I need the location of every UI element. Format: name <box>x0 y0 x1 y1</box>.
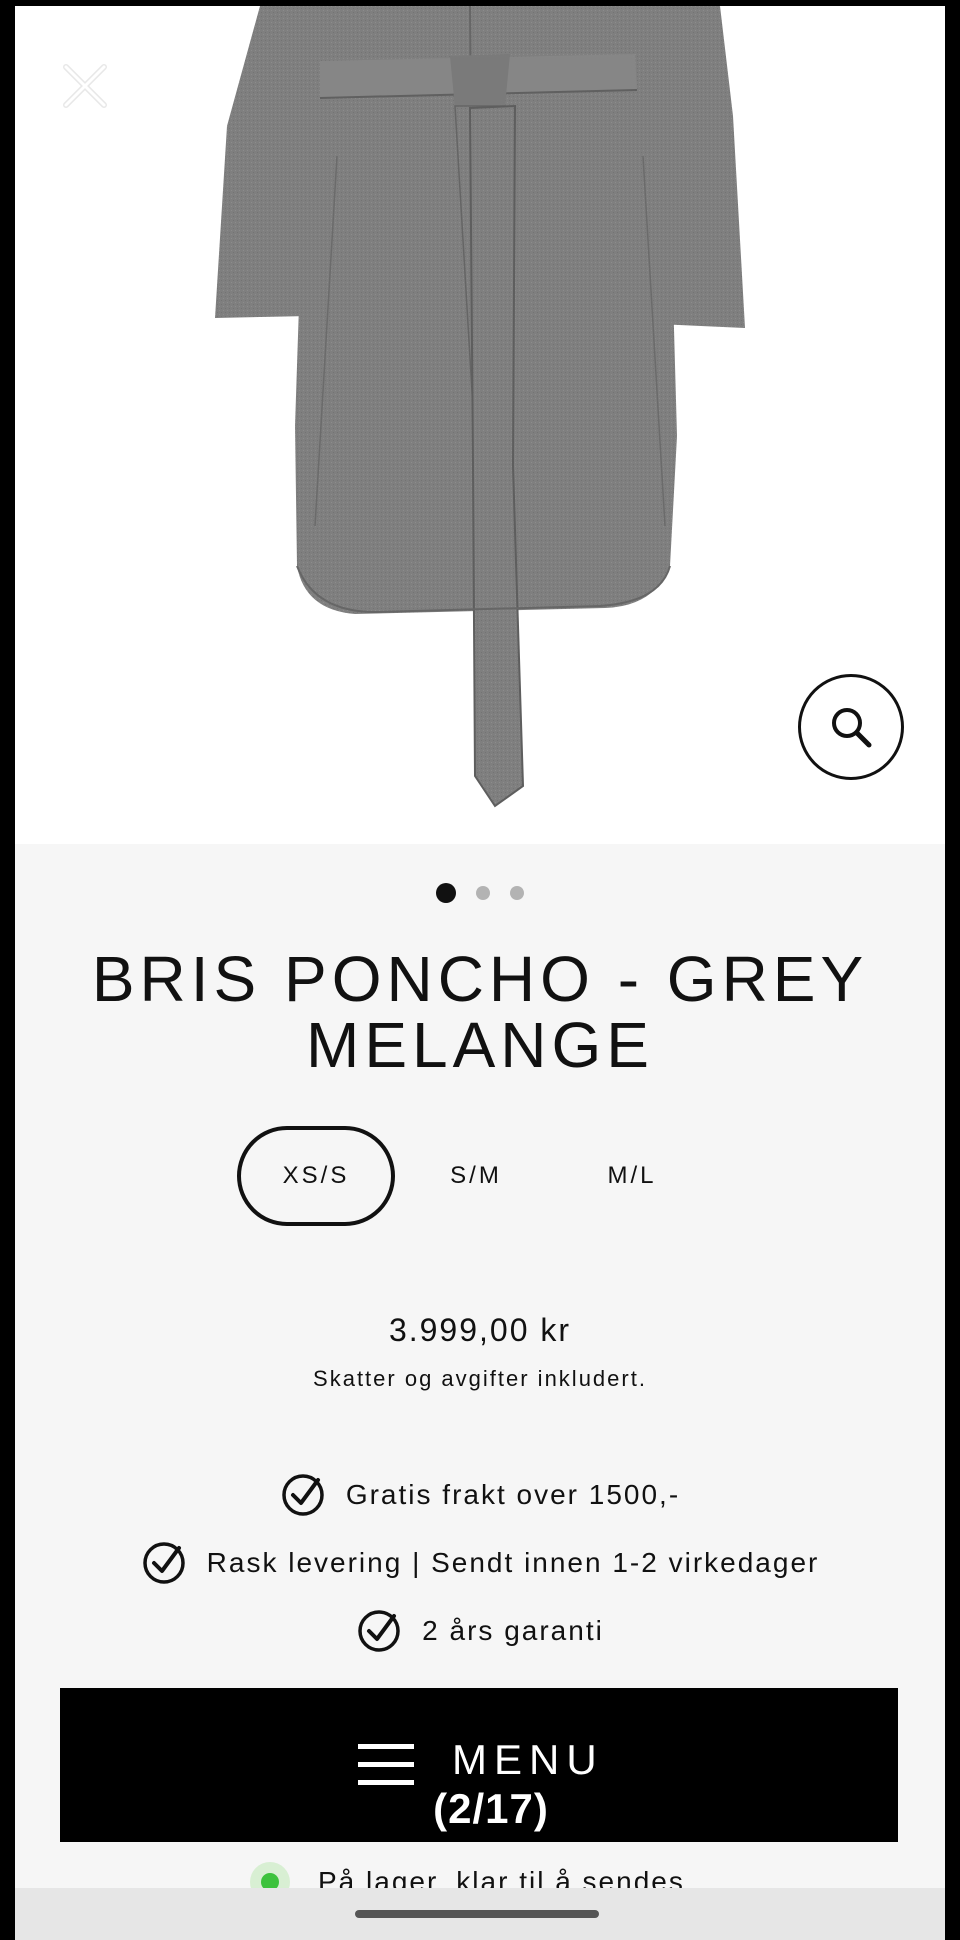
product-price: 3.999,00 kr <box>388 1312 572 1348</box>
size-selector: XS/S S/M M/L <box>237 1126 717 1226</box>
size-option-s-m[interactable]: S/M <box>397 1126 555 1226</box>
close-button[interactable] <box>60 61 110 111</box>
product-title-line2: MELANGE <box>306 1009 654 1081</box>
menu-button[interactable]: MENU (2/17) <box>60 1688 898 1842</box>
check-circle-icon <box>282 1474 324 1516</box>
size-option-m-l[interactable]: M/L <box>553 1126 711 1226</box>
menu-label: MENU <box>452 1736 604 1783</box>
feature-text: 2 års garanti <box>422 1615 604 1646</box>
system-navigation-bar <box>15 1888 945 1940</box>
feature-fast-delivery: Rask levering | Sendt innen 1-2 virkedag… <box>15 1539 945 1587</box>
product-screen: BRIS PONCHO - GREY MELANGE XS/S S/M M/L … <box>15 6 945 1940</box>
search-icon <box>832 708 872 748</box>
product-title-line1: BRIS PONCHO - GREY <box>91 943 869 1015</box>
product-image[interactable] <box>15 6 945 844</box>
feature-warranty: 2 års garanti <box>15 1607 945 1655</box>
close-icon <box>63 64 107 108</box>
gallery-pagination <box>15 882 945 904</box>
product-title: BRIS PONCHO - GREY MELANGE <box>55 946 905 1078</box>
tax-note: Skatter og avgifter inkludert. <box>313 1366 647 1391</box>
check-circle-icon <box>142 1542 185 1584</box>
home-indicator[interactable] <box>355 1910 599 1918</box>
pagination-dot-1[interactable] <box>436 883 456 903</box>
pagination-dot-3[interactable] <box>510 886 524 900</box>
check-circle-icon <box>358 1610 400 1652</box>
hamburger-icon <box>358 1744 414 1785</box>
pagination-dot-2[interactable] <box>476 886 490 900</box>
menu-count: (2/17) <box>433 1785 549 1832</box>
zoom-button[interactable] <box>798 674 904 780</box>
feature-text: Rask levering | Sendt innen 1-2 virkedag… <box>206 1547 820 1578</box>
feature-text: Gratis frakt over 1500,- <box>345 1479 681 1510</box>
feature-free-shipping: Gratis frakt over 1500,- <box>15 1471 945 1519</box>
size-option-xs-s[interactable]: XS/S <box>237 1126 395 1226</box>
